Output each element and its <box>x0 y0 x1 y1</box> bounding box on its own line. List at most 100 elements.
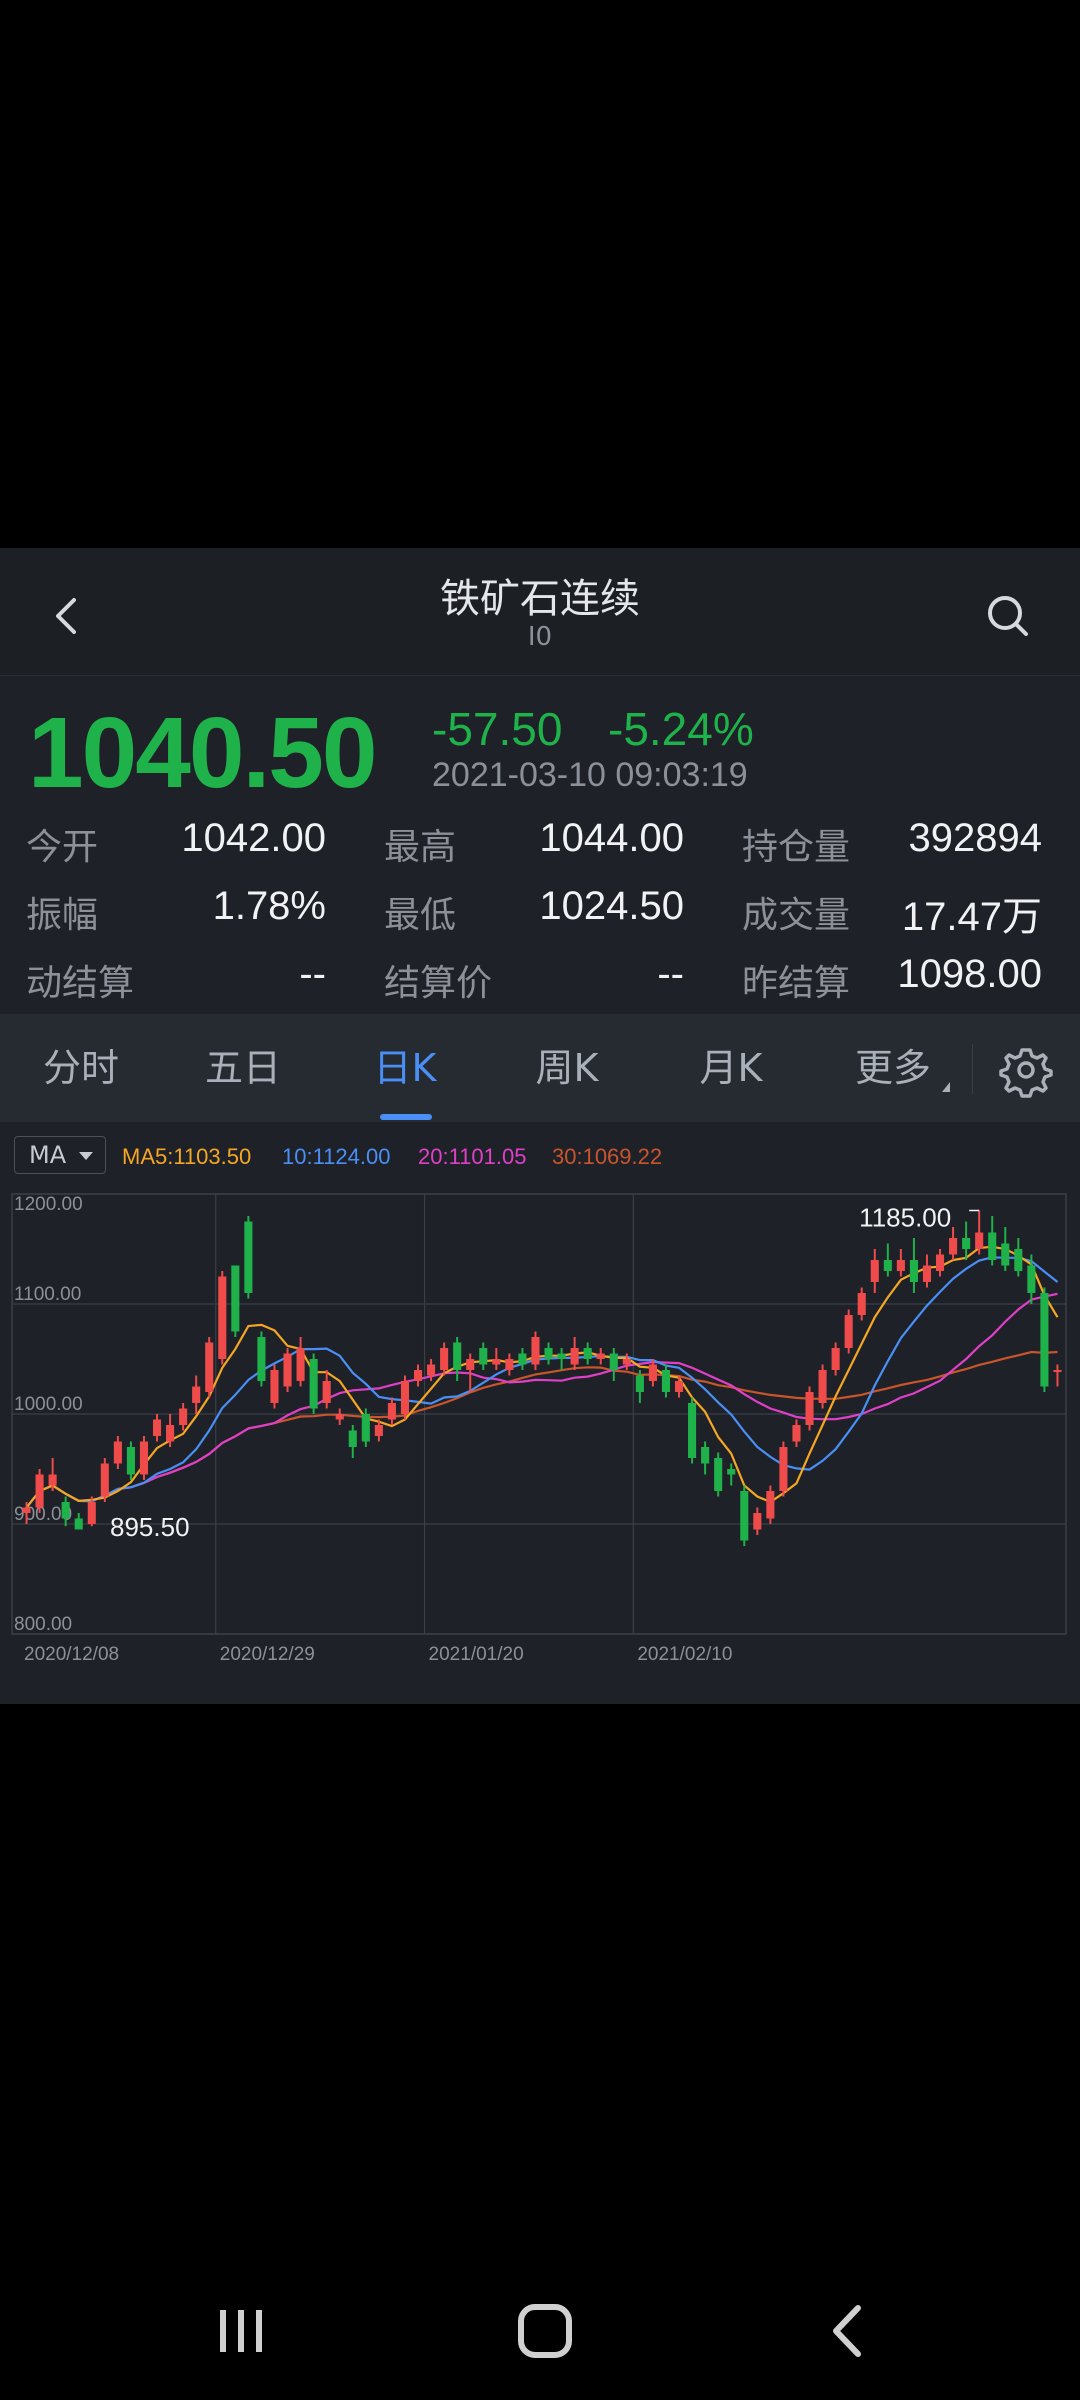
high-price-label: 1185.00 <box>859 1203 951 1233</box>
candle-body <box>661 1370 671 1392</box>
candle-body <box>674 1381 684 1392</box>
tab-five-day[interactable]: 五日 <box>168 1014 318 1122</box>
stats-row: 今开 1042.00 最高 1044.00 持仓量 392894 <box>0 806 1080 874</box>
stat-prev-settlement: 昨结算 1098.00 <box>742 942 1042 1010</box>
stat-value: 1024.50 <box>539 884 684 928</box>
ma10-line <box>25 1256 1059 1509</box>
candle-body <box>35 1474 44 1508</box>
candle-body <box>413 1370 423 1381</box>
candle-body <box>505 1359 514 1370</box>
system-back-button[interactable] <box>812 2296 882 2366</box>
stats-row: 振幅 1.78% 最低 1024.50 成交量 17.47万 <box>0 874 1080 942</box>
candle-body <box>635 1375 644 1392</box>
page-title: 铁矿石连续 <box>440 576 640 622</box>
candle-body <box>988 1232 997 1260</box>
candle-body <box>348 1430 357 1447</box>
candle-body <box>805 1392 814 1425</box>
candle-body <box>74 1518 83 1530</box>
candle-body <box>126 1447 135 1475</box>
tab-more[interactable]: 更多 <box>818 1014 968 1122</box>
stat-value: 17.47万 <box>901 895 1042 939</box>
settings-button[interactable] <box>994 1036 1058 1100</box>
stat-value: -- <box>657 952 684 996</box>
candle-body <box>557 1353 566 1359</box>
y-tick-label: 1100.00 <box>14 1284 81 1305</box>
stat-value: 392894 <box>908 816 1042 860</box>
candle-body <box>309 1359 318 1409</box>
recent-apps-button[interactable] <box>206 2296 276 2366</box>
candle-body <box>583 1348 592 1359</box>
stat-value: 1042.00 <box>181 816 326 860</box>
candle-body <box>870 1260 879 1282</box>
x-tick-label: 2020/12/08 <box>24 1644 119 1665</box>
candle-body <box>766 1491 775 1519</box>
tab-intraday[interactable]: 分时 <box>6 1014 156 1122</box>
candle-body <box>975 1232 984 1249</box>
stat-dynamic-settlement: 动结算 -- <box>26 942 326 1010</box>
x-tick-label: 2021/02/10 <box>637 1644 732 1665</box>
tab-monthly-k[interactable]: 月K <box>656 1014 806 1122</box>
quote-time: 2021-03-10 09:03:19 <box>432 756 748 794</box>
stat-high: 最高 1044.00 <box>384 806 684 874</box>
candle-body <box>374 1425 383 1436</box>
stat-value: 1044.00 <box>539 816 684 860</box>
candle-body <box>466 1359 475 1370</box>
candle-body <box>257 1337 266 1381</box>
candle-body <box>48 1474 57 1486</box>
candle-body <box>192 1386 201 1403</box>
candlestick-svg: 1200.001100.001000.00900.00800.002020/12… <box>11 1193 1067 1665</box>
candle-body <box>387 1403 396 1420</box>
candle-body <box>152 1419 162 1436</box>
home-button[interactable] <box>510 2296 580 2366</box>
stat-low: 最低 1024.50 <box>384 874 684 942</box>
gear-icon <box>999 1048 1053 1098</box>
candle-body <box>883 1260 892 1271</box>
home-icon <box>518 2304 572 2358</box>
price-change-pct: -5.24% <box>608 703 754 755</box>
candle-body <box>714 1458 723 1491</box>
candle-body <box>244 1221 253 1293</box>
candle-body <box>22 1507 31 1513</box>
tab-weekly-k[interactable]: 周K <box>492 1014 642 1122</box>
candle-body <box>935 1254 945 1271</box>
low-price-label: 895.50 <box>110 1512 190 1542</box>
candle-body <box>1014 1249 1023 1271</box>
candle-body <box>440 1348 449 1370</box>
ma20-line <box>25 1292 1058 1509</box>
candle-body <box>139 1441 149 1475</box>
stat-open: 今开 1042.00 <box>26 806 326 874</box>
stat-value: 1.78% <box>212 884 326 928</box>
stat-label: 持仓量 <box>742 827 851 868</box>
candle-body <box>492 1359 501 1365</box>
stat-label: 结算价 <box>384 963 493 1004</box>
status-area <box>0 0 1080 548</box>
tab-daily-k[interactable]: 日K <box>330 1014 480 1122</box>
candle-body <box>283 1353 292 1387</box>
candle-body <box>753 1513 762 1530</box>
candle-body <box>1027 1265 1036 1293</box>
stat-label: 最高 <box>384 827 457 868</box>
header: 铁矿石连续 I0 <box>0 548 1080 676</box>
kline-chart[interactable]: MA MA5:1103.50 10:1124.00 20:1101.05 30:… <box>0 1122 1080 1704</box>
candle-body <box>596 1353 605 1359</box>
candle-body <box>701 1447 710 1464</box>
candle-body <box>113 1441 122 1464</box>
search-icon <box>988 596 1028 636</box>
candle-body <box>218 1276 227 1359</box>
search-button[interactable] <box>978 586 1038 646</box>
candle-body <box>818 1370 827 1403</box>
stat-label: 今开 <box>26 827 99 868</box>
stat-settlement: 结算价 -- <box>384 942 684 1010</box>
candle-body <box>231 1265 240 1332</box>
candle-body <box>962 1238 971 1249</box>
candle-body <box>479 1348 488 1365</box>
y-tick-label: 1200.00 <box>14 1194 83 1215</box>
candle-body <box>205 1342 214 1392</box>
last-price: 1040.50 <box>28 697 377 809</box>
candle-body <box>727 1469 736 1475</box>
candle-body <box>688 1403 697 1458</box>
y-tick-label: 800.00 <box>14 1614 72 1635</box>
stat-label: 最低 <box>384 895 457 936</box>
candle-body <box>322 1381 331 1403</box>
candle-body <box>570 1348 579 1365</box>
